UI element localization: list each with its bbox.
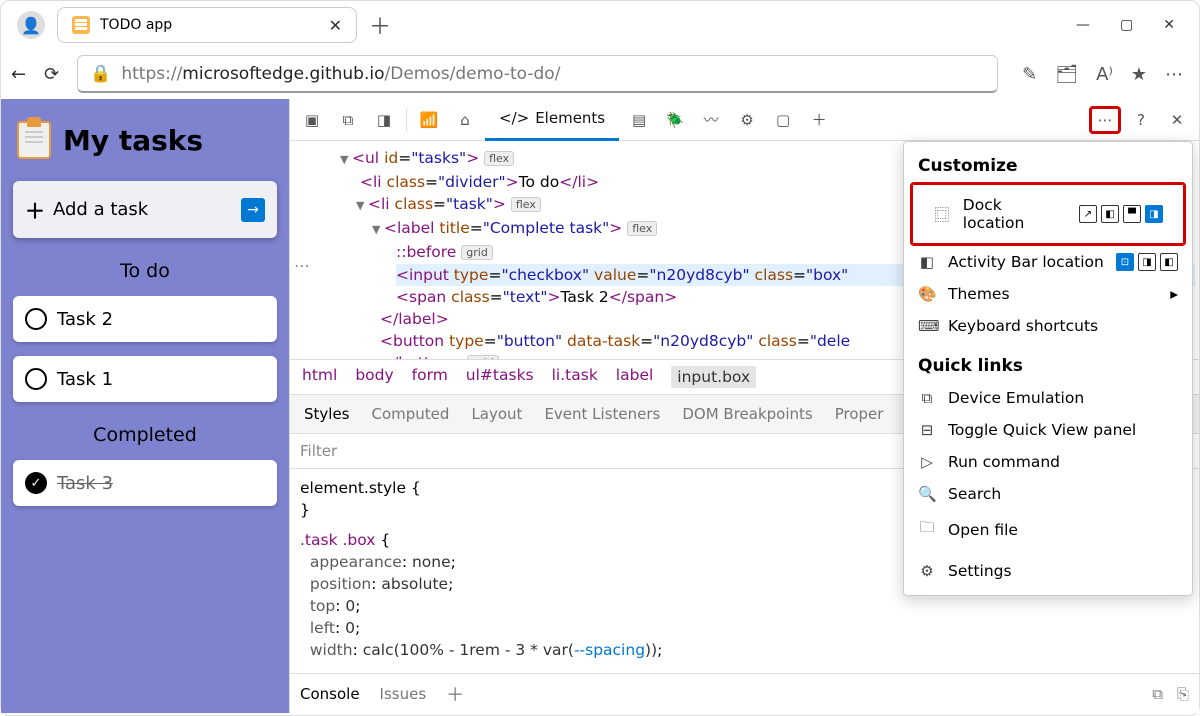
keyboard-icon: ⌨: [918, 317, 936, 335]
menu-icon[interactable]: ⋯: [1165, 64, 1183, 85]
maximize-icon[interactable]: ▢: [1120, 17, 1133, 33]
add-tab-icon[interactable]: ＋: [803, 109, 835, 130]
read-aloud-icon[interactable]: A⁾: [1096, 64, 1113, 85]
dock-bottom-icon[interactable]: ▀: [1123, 205, 1141, 223]
device-icon: ⧉: [918, 389, 936, 407]
profile-avatar[interactable]: 👤: [17, 11, 45, 39]
wifi-icon[interactable]: 📶: [413, 111, 445, 129]
dock-left-icon[interactable]: ◧: [1101, 205, 1119, 223]
folder-icon: 🗀: [918, 517, 936, 542]
task-row[interactable]: Task 2: [13, 296, 277, 342]
edit-icon[interactable]: ✎: [1022, 64, 1037, 85]
checkbox-checked-icon[interactable]: ✓: [25, 472, 47, 494]
menu-device-emulation[interactable]: ⧉Device Emulation: [904, 382, 1192, 414]
todo-app: My tasks ＋ Add a task → To do Task 2 Tas…: [1, 99, 289, 713]
drawer-tabs[interactable]: Console Issues ＋ ⧉⎘: [290, 673, 1199, 713]
activity-pos-2-icon[interactable]: ◨: [1138, 253, 1156, 271]
home-icon[interactable]: ⌂: [449, 111, 481, 129]
menu-run-command[interactable]: ▷Run command: [904, 446, 1192, 478]
dock-right-icon[interactable]: ◨: [1145, 205, 1163, 223]
devtools-panel: ▣ ⧉ ◨ 📶 ⌂ </>Elements ▤ 🪲 〰 ⚙ ▢ ＋ ⋯ ? ✕ …: [289, 99, 1199, 713]
refresh-icon[interactable]: ⟳: [44, 64, 59, 85]
menu-settings[interactable]: ⚙Settings: [904, 555, 1192, 587]
inspect-icon[interactable]: ▣: [296, 111, 328, 129]
submit-arrow-icon[interactable]: →: [241, 198, 265, 222]
activity-pos-1-icon[interactable]: ⊡: [1116, 253, 1134, 271]
browser-tab[interactable]: TODO app ✕: [57, 7, 357, 43]
menu-activity-bar[interactable]: ◧ Activity Bar location ⊡ ◨ ◧: [904, 246, 1192, 278]
app-icon[interactable]: ▢: [767, 111, 799, 129]
panel-toggle-icon: ⊟: [918, 421, 936, 439]
lock-icon: 🔒: [90, 64, 111, 84]
dock-undock-icon[interactable]: ↗: [1079, 205, 1097, 223]
tab-title: TODO app: [100, 17, 172, 33]
search-icon: 🔍: [918, 485, 936, 503]
menu-shortcuts[interactable]: ⌨Keyboard shortcuts: [904, 310, 1192, 342]
address-bar[interactable]: 🔒 https://microsoftedge.github.io/Demos/…: [77, 55, 998, 93]
more-options-icon[interactable]: ⋯: [1089, 106, 1121, 134]
menu-heading-quicklinks: Quick links: [904, 350, 1192, 382]
collections-icon[interactable]: 🗂: [1055, 64, 1078, 85]
tab-favicon: [72, 16, 90, 34]
url-text: https://microsoftedge.github.io/Demos/de…: [121, 64, 560, 84]
new-tab-button[interactable]: ＋: [369, 9, 391, 41]
panel-icon[interactable]: ◨: [368, 111, 400, 129]
play-icon: ▷: [918, 453, 936, 471]
console-icon[interactable]: ▤: [623, 111, 655, 129]
help-icon[interactable]: ?: [1125, 111, 1157, 129]
app-heading: My tasks: [63, 124, 203, 157]
bug-icon[interactable]: 🪲: [659, 111, 691, 129]
drawer-icon-1[interactable]: ⧉: [1152, 685, 1163, 703]
menu-dock-location[interactable]: ⿴ Dock location ↗ ◧ ▀ ◨: [919, 189, 1177, 239]
menu-heading-customize: Customize: [904, 150, 1192, 182]
performance-icon[interactable]: 〰: [695, 109, 727, 130]
close-window-icon[interactable]: ✕: [1163, 17, 1175, 33]
activity-pos-3-icon[interactable]: ◧: [1160, 253, 1178, 271]
checkbox-empty-icon[interactable]: [25, 368, 47, 390]
menu-open-file[interactable]: 🗀Open file: [904, 510, 1192, 549]
close-tab-icon[interactable]: ✕: [329, 16, 342, 35]
customize-menu: Customize ⿴ Dock location ↗ ◧ ▀ ◨ ◧ Acti…: [903, 141, 1193, 596]
add-task-input[interactable]: ＋ Add a task →: [13, 181, 277, 238]
clipboard-icon: [17, 121, 51, 159]
section-completed: Completed: [13, 416, 277, 446]
dock-icon: ⿴: [933, 204, 951, 225]
device-toggle-icon[interactable]: ⧉: [332, 111, 364, 129]
task-row-done[interactable]: ✓Task 3: [13, 460, 277, 506]
close-devtools-icon[interactable]: ✕: [1161, 111, 1193, 129]
palette-icon: 🎨: [918, 285, 936, 303]
add-drawer-tab-icon[interactable]: ＋: [446, 681, 464, 707]
panel-icon: ◧: [918, 253, 936, 271]
menu-search[interactable]: 🔍Search: [904, 478, 1192, 510]
checkbox-empty-icon[interactable]: [25, 308, 47, 330]
gear-icon: ⚙: [918, 562, 936, 580]
minimize-icon[interactable]: —: [1076, 17, 1090, 33]
menu-toggle-quickview[interactable]: ⊟Toggle Quick View panel: [904, 414, 1192, 446]
task-row[interactable]: Task 1: [13, 356, 277, 402]
section-todo: To do: [13, 252, 277, 282]
plus-icon: ＋: [25, 195, 45, 224]
elements-tab[interactable]: </>Elements: [485, 99, 619, 141]
memory-icon[interactable]: ⚙: [731, 111, 763, 129]
chevron-right-icon: ▸: [1170, 285, 1178, 303]
favorite-star-icon[interactable]: ★: [1131, 64, 1147, 85]
menu-themes[interactable]: 🎨Themes▸: [904, 278, 1192, 310]
drawer-icon-2[interactable]: ⎘: [1177, 685, 1189, 703]
gutter-dots-icon[interactable]: ⋯: [294, 255, 311, 277]
back-icon[interactable]: ←: [11, 64, 26, 85]
